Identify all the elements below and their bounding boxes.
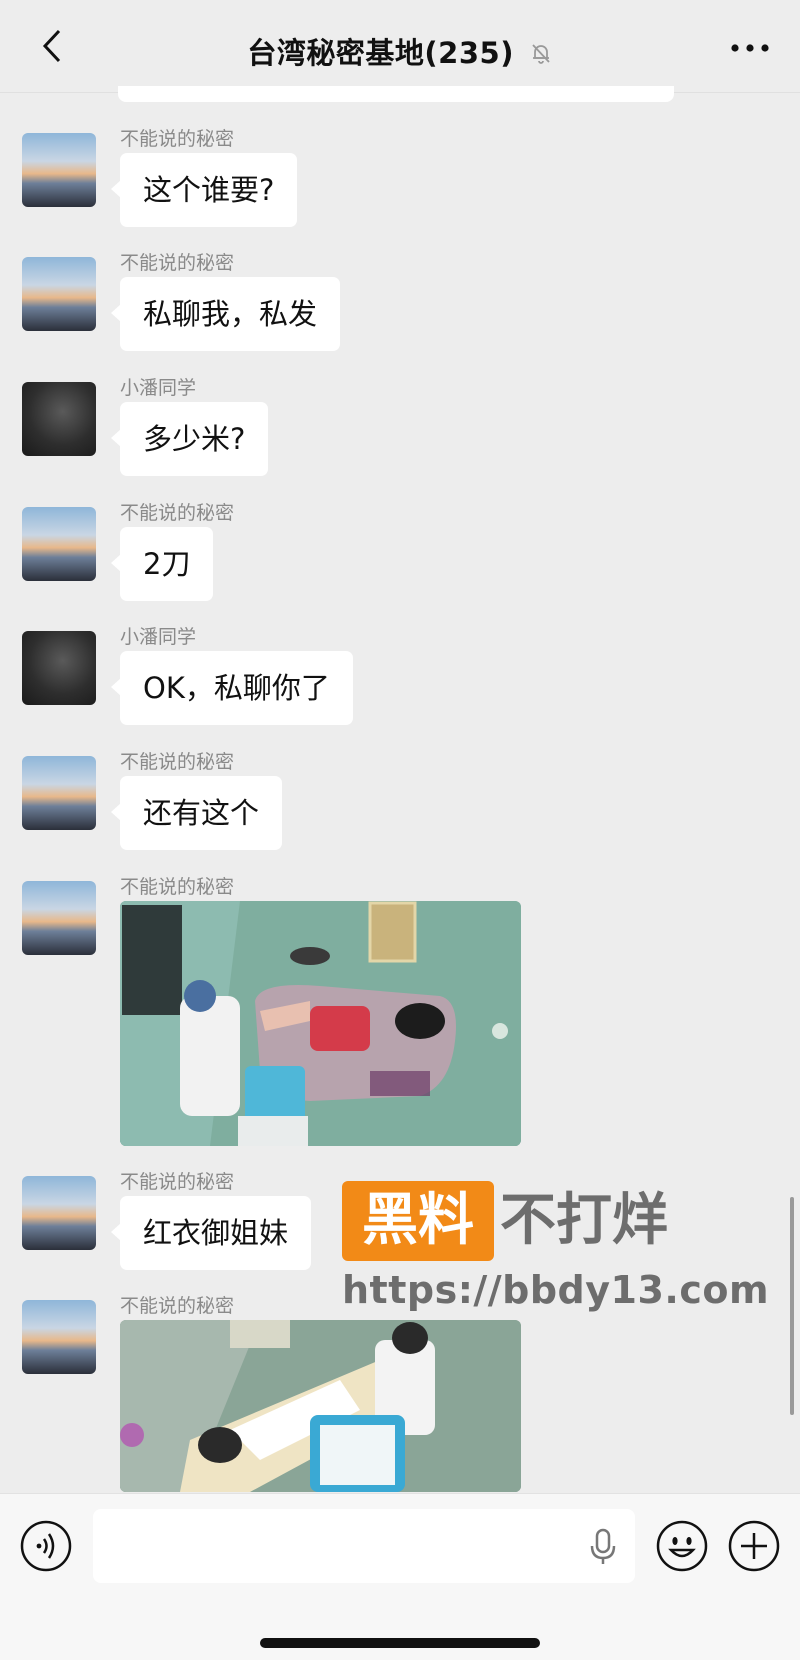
bell-off-icon: [529, 38, 553, 72]
avatar[interactable]: [22, 382, 96, 456]
message-bubble[interactable]: 多少米?: [110, 402, 269, 476]
watermark-text: 不打烊: [500, 1188, 668, 1253]
sender-name: 不能说的秘密: [120, 252, 235, 274]
avatar[interactable]: [22, 1176, 96, 1250]
scrollbar[interactable]: [790, 1197, 794, 1415]
chat-title: 台湾秘密基地(235): [247, 36, 514, 70]
message-bubble[interactable]: 2刀: [110, 527, 214, 601]
avatar[interactable]: [22, 631, 96, 705]
sender-name: 不能说的秘密: [120, 502, 235, 524]
watermark-url: https://bbdy13.com: [342, 1268, 770, 1312]
avatar[interactable]: [22, 133, 96, 207]
message-bubble[interactable]: 红衣御姐妹: [110, 1196, 312, 1270]
voice-icon: [20, 1520, 72, 1572]
avatar[interactable]: [22, 507, 96, 581]
home-indicator[interactable]: [260, 1638, 540, 1648]
plus-button[interactable]: [728, 1520, 780, 1572]
sender-name: 不能说的秘密: [120, 876, 235, 898]
plus-circle-icon: [728, 1520, 780, 1572]
avatar[interactable]: [22, 756, 96, 830]
avatar[interactable]: [22, 1300, 96, 1374]
emoji-icon: [656, 1520, 708, 1572]
avatar[interactable]: [22, 881, 96, 955]
sender-name: 不能说的秘密: [120, 1171, 235, 1193]
sender-name: 不能说的秘密: [120, 128, 235, 150]
mic-button[interactable]: [588, 1528, 618, 1566]
message-bubble[interactable]: 这个谁要?: [110, 153, 298, 227]
sender-name: 不能说的秘密: [120, 1295, 235, 1317]
message-bubble[interactable]: OK，私聊你了: [111, 651, 353, 725]
emoji-button[interactable]: [656, 1520, 708, 1572]
image-message[interactable]: [120, 1320, 521, 1492]
mic-icon: [590, 1528, 616, 1564]
voice-button[interactable]: [20, 1520, 72, 1572]
image-message[interactable]: [120, 901, 521, 1146]
chat-title-wrap[interactable]: 台湾秘密基地(235): [0, 30, 800, 72]
sender-name: 不能说的秘密: [120, 751, 235, 773]
input-bar: [0, 1493, 800, 1660]
photo-content: [120, 1320, 521, 1492]
message-bubble[interactable]: 还有这个: [110, 776, 283, 850]
message-input[interactable]: [93, 1509, 635, 1583]
message-bubble[interactable]: 私聊我，私发: [110, 277, 341, 351]
watermark-logo: 黑料: [342, 1181, 494, 1261]
avatar[interactable]: [22, 257, 96, 331]
more-button[interactable]: [726, 36, 774, 60]
more-dots-icon: [731, 44, 769, 52]
sender-name: 小潘同学: [120, 626, 197, 648]
chat-header: 台湾秘密基地(235): [0, 0, 800, 93]
photo-content: [120, 901, 521, 1146]
sender-name: 小潘同学: [120, 377, 197, 399]
previous-message-bubble[interactable]: [118, 86, 674, 102]
